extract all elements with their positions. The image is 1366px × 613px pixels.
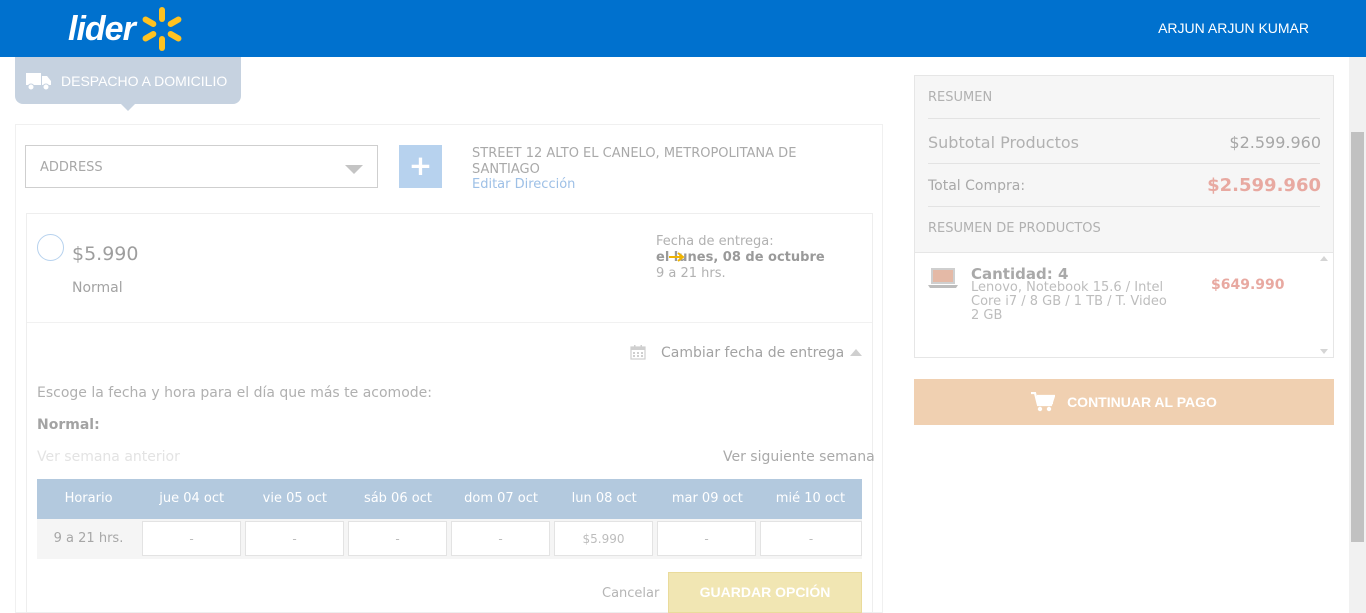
previous-week-link[interactable]: Ver semana anterior <box>37 449 180 465</box>
pointer-cursor-icon <box>669 252 685 262</box>
scroll-up-icon[interactable] <box>1320 256 1328 261</box>
schedule-col-day: mar 09 oct <box>671 491 743 506</box>
chevron-down-icon <box>345 165 363 174</box>
chevron-up-icon[interactable] <box>850 349 862 356</box>
continue-to-payment-button[interactable]: CONTINUAR AL PAGO <box>914 379 1334 425</box>
lider-logo[interactable]: lider <box>68 6 185 52</box>
spark-icon <box>139 6 185 52</box>
schedule-slot-selected[interactable]: $5.990 <box>554 521 653 556</box>
delivery-type: Normal <box>72 280 123 296</box>
summary-title: RESUMEN <box>928 90 993 105</box>
schedule-col-day: jue 04 oct <box>159 491 225 506</box>
product-list-scrollbar[interactable] <box>1318 256 1330 354</box>
divider <box>928 163 1320 164</box>
tab-label: DESPACHO A DOMICILIO <box>61 72 228 89</box>
schedule-col-day: lun 08 oct <box>571 491 637 506</box>
schedule-slot[interactable]: - <box>657 521 756 556</box>
subtotal-value: $2.599.960 <box>1229 133 1321 152</box>
schedule-slot[interactable]: - <box>451 521 550 556</box>
schedule-row-hours: 9 a 21 hrs. <box>53 531 124 546</box>
subtotal-label: Subtotal Productos <box>928 133 1079 152</box>
selected-address: STREET 12 ALTO EL CANELO, METROPOLITANA … <box>472 146 797 177</box>
schedule-col-day: sáb 06 oct <box>363 491 432 506</box>
products-summary-title: RESUMEN DE PRODUCTOS <box>928 221 1101 236</box>
address-select[interactable]: ADDRESS <box>25 145 378 188</box>
continue-to-payment-label: CONTINUAR AL PAGO <box>1067 394 1217 410</box>
calendar-icon[interactable] <box>630 344 646 360</box>
page-scrollbar[interactable] <box>1349 57 1366 613</box>
logo-text: lider <box>68 9 136 48</box>
delivery-hours: 9 a 21 hrs. <box>656 266 726 281</box>
laptop-thumbnail <box>928 268 958 288</box>
edit-address-link[interactable]: Editar Dirección <box>472 177 575 192</box>
schedule-slot[interactable]: - <box>245 521 344 556</box>
schedule-col-day: vie 05 oct <box>262 491 327 506</box>
total-label: Total Compra: <box>928 178 1026 194</box>
schedule-col-day: dom 07 oct <box>464 491 538 506</box>
cart-icon <box>1031 392 1056 412</box>
save-option-button[interactable]: GUARDAR OPCIÓN <box>668 572 862 613</box>
schedule-col-horario: Horario <box>64 491 113 506</box>
divider <box>27 322 872 323</box>
delivery-date-label: Fecha de entrega: <box>656 234 774 249</box>
schedule-type-label: Normal: <box>37 417 100 433</box>
schedule-slot[interactable]: - <box>142 521 241 556</box>
tab-home-delivery[interactable]: DESPACHO A DOMICILIO <box>15 57 241 111</box>
add-address-button[interactable]: + <box>399 145 442 188</box>
product-price: $649.990 <box>1211 277 1285 293</box>
scroll-down-icon[interactable] <box>1320 349 1328 354</box>
cancel-link[interactable]: Cancelar <box>602 586 659 601</box>
schedule-slot[interactable]: - <box>348 521 447 556</box>
truck-icon <box>26 72 51 90</box>
product-description: Lenovo, Notebook 15.6 / Intel Core i7 / … <box>971 280 1167 323</box>
user-name[interactable]: ARJUN ARJUN KUMAR <box>1158 20 1309 36</box>
address-select-value: ADDRESS <box>40 160 103 175</box>
schedule-header: Horario jue 04 oct vie 05 oct sáb 06 oct… <box>37 479 862 519</box>
scroll-thumb[interactable] <box>1351 132 1364 542</box>
schedule-col-day: mié 10 oct <box>775 491 846 506</box>
change-date-toggle[interactable]: Cambiar fecha de entrega <box>661 345 844 361</box>
delivery-option-radio[interactable] <box>37 234 64 261</box>
delivery-price: $5.990 <box>72 243 139 265</box>
next-week-link[interactable]: Ver siguiente semana <box>723 449 875 465</box>
schedule-slot[interactable]: - <box>760 521 862 556</box>
divider <box>928 118 1320 119</box>
choose-date-instructions: Escoge la fecha y hora para el día que m… <box>37 385 432 401</box>
divider <box>928 206 1320 207</box>
total-value: $2.599.960 <box>1207 175 1321 196</box>
top-header: lider ARJUN ARJUN KUMAR <box>0 0 1366 57</box>
